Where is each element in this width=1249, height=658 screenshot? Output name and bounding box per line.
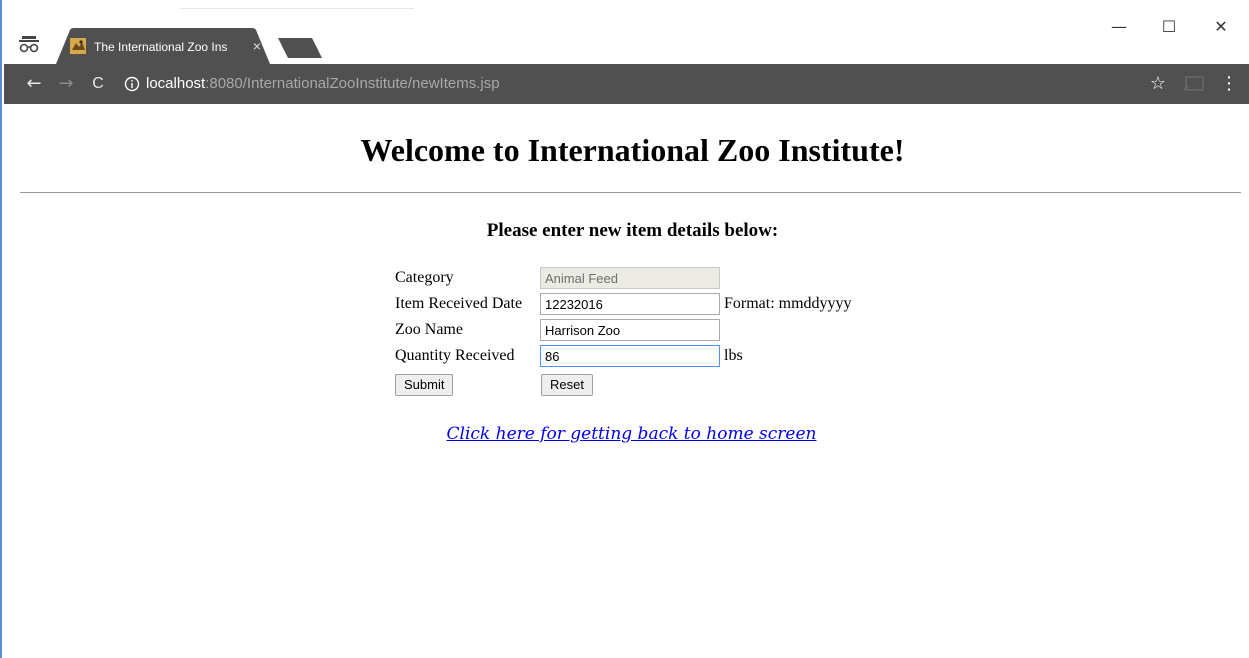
- date-format-hint: Format: mmddyyyy: [724, 295, 852, 312]
- category-label: Category: [395, 269, 454, 286]
- back-arrow-icon[interactable]: ←: [22, 72, 46, 96]
- reload-icon[interactable]: C: [86, 72, 110, 96]
- zoo-name-label: Zoo Name: [395, 321, 463, 338]
- tab-title: The International Zoo Ins: [94, 40, 228, 54]
- address-bar[interactable]: localhost:8080/InternationalZooInstitute…: [116, 71, 1182, 97]
- quantity-unit: lbs: [724, 347, 743, 364]
- close-window-button[interactable]: ✕: [1201, 12, 1241, 42]
- cast-icon[interactable]: [1184, 76, 1204, 92]
- menu-icon[interactable]: ⋮: [1220, 72, 1238, 96]
- divider: [20, 192, 1241, 193]
- reset-button[interactable]: Reset: [541, 374, 593, 396]
- url-host: localhost: [146, 75, 206, 92]
- received-date-field[interactable]: [540, 293, 720, 315]
- browser-toolbar: ← → C localhost:8080/InternationalZooIns…: [4, 64, 1249, 104]
- form-heading: Please enter new item details below:: [486, 220, 779, 241]
- browser-window: The International Zoo Ins × — ☐ ✕ ← → C …: [0, 0, 1249, 658]
- maximize-button[interactable]: ☐: [1149, 12, 1189, 42]
- forward-arrow-icon[interactable]: →: [54, 72, 78, 96]
- info-icon[interactable]: [124, 76, 140, 92]
- zoo-name-field[interactable]: [540, 319, 720, 341]
- quantity-label: Quantity Received: [395, 347, 515, 364]
- minimize-button[interactable]: —: [1099, 12, 1139, 42]
- received-date-label: Item Received Date: [395, 295, 523, 312]
- category-field[interactable]: [540, 267, 720, 289]
- title-bar: The International Zoo Ins × — ☐ ✕: [4, 0, 1249, 64]
- tab-close-icon[interactable]: ×: [250, 38, 264, 54]
- url-text: localhost:8080/InternationalZooInstitute…: [146, 71, 500, 97]
- url-path: :8080/InternationalZooInstitute/newItems…: [205, 75, 500, 92]
- page-content: Welcome to International Zoo Institute! …: [4, 104, 1249, 658]
- incognito-icon: [19, 36, 39, 53]
- submit-button[interactable]: Submit: [395, 374, 454, 396]
- zoo-favicon-icon: [70, 38, 86, 54]
- new-tab-button[interactable]: [278, 38, 322, 58]
- tab-active[interactable]: The International Zoo Ins ×: [56, 28, 270, 64]
- bookmark-star-icon[interactable]: ☆: [1147, 72, 1169, 96]
- home-link[interactable]: Click here for getting back to home scre…: [4, 424, 1249, 444]
- page-title: Welcome to International Zoo Institute!: [360, 132, 905, 168]
- title-bar-line: [180, 8, 414, 9]
- quantity-field[interactable]: [540, 345, 720, 367]
